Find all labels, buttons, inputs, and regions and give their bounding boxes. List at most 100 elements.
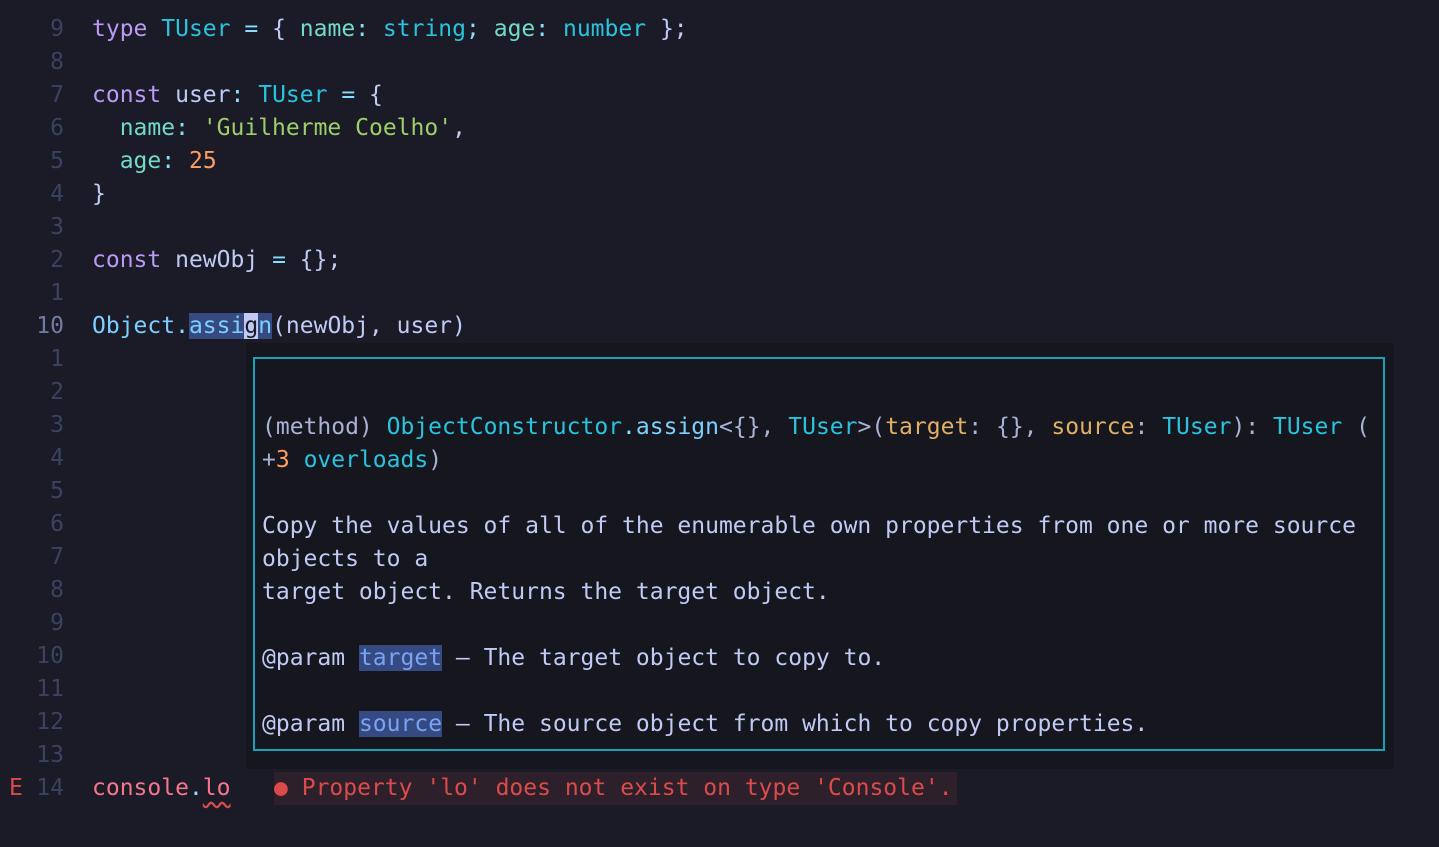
text-cursor: g [244, 313, 259, 339]
code-token: type [92, 16, 148, 42]
param-name: target [358, 645, 443, 671]
code-line[interactable]: type TUser = { name: string; age: number… [92, 13, 688, 46]
line-number: 6 [50, 115, 64, 141]
line-number: 10 [36, 643, 64, 669]
code-token: ; [466, 16, 480, 42]
diagnostic-message: Property 'lo' does not exist on type 'Co… [301, 775, 953, 801]
hover-signature-line: +3 overloads) [262, 444, 442, 477]
hover-signature-line: (method) ObjectConstructor.assign<{}, TU… [262, 411, 1370, 444]
line-number: 8 [50, 577, 64, 603]
line-number: 9 [50, 16, 64, 42]
code-token: number [562, 16, 647, 42]
hover-param-target: @param target — The target object to cop… [262, 642, 885, 675]
hover-description: target object. Returns the target object… [262, 579, 830, 605]
code-token: const [92, 82, 162, 108]
line-number: 11 [36, 676, 64, 702]
sig-token: >( [857, 414, 886, 440]
code-token: newObj [175, 247, 259, 273]
line-number: 1 [50, 280, 64, 306]
code-token: console [92, 775, 189, 801]
sig-token: (method) [262, 414, 373, 440]
code-token: name [119, 115, 176, 141]
sig-token: TUser [1272, 414, 1343, 440]
selected-word: assign [188, 313, 273, 339]
code-token: user [175, 82, 231, 108]
sig-token: + [262, 447, 276, 473]
error-token: lo [202, 775, 231, 801]
code-token: age [493, 16, 536, 42]
line-number: 5 [50, 478, 64, 504]
hover-description: Copy the values of all of the enumerable… [262, 513, 1356, 539]
param-name: source [358, 711, 443, 737]
line-number: 6 [50, 511, 64, 537]
line-number: 3 [50, 412, 64, 438]
line-number: 7 [50, 544, 64, 570]
sig-token: ( [1342, 414, 1370, 440]
code-token: } [92, 181, 106, 207]
sig-token: assign [635, 414, 719, 440]
code-token: assi [188, 313, 245, 339]
code-token: 25 [188, 148, 217, 174]
param-tag: @param [262, 645, 346, 671]
hover-description: objects to a [262, 546, 429, 572]
sig-token: ) [428, 447, 443, 473]
code-token: {}; [299, 247, 342, 273]
line-number: 13 [36, 742, 64, 768]
code-token: = [272, 247, 286, 273]
code-token: (newObj, user) [272, 313, 466, 339]
code-token: : [230, 82, 245, 108]
code-token: : [175, 115, 189, 141]
code-token: { [272, 16, 286, 42]
code-line[interactable]: console.lo [92, 772, 231, 805]
sig-token: : {}, [968, 414, 1052, 440]
code-token: , [452, 115, 466, 141]
sig-token: : [1134, 414, 1163, 440]
line-number: 8 [50, 49, 64, 75]
line-number: 5 [50, 148, 64, 174]
current-line-number: 10 [36, 313, 64, 339]
line-number: 4 [50, 445, 64, 471]
sig-token: ObjectConstructor [386, 414, 623, 440]
line-number: 7 [50, 82, 64, 108]
code-token: = [244, 16, 259, 42]
sig-token: ): [1231, 414, 1273, 440]
code-token: 'Guilherme Coelho' [202, 115, 453, 141]
error-sign[interactable]: E [9, 772, 23, 805]
code-token: age [119, 148, 162, 174]
code-token: { [369, 82, 383, 108]
param-text: — The target object to copy to. [442, 645, 886, 671]
current-code-line[interactable]: Object.assign(newObj, user) [92, 310, 466, 343]
sig-token: TUser [1162, 414, 1232, 440]
code-line[interactable]: } [92, 178, 106, 211]
code-token: const [92, 247, 162, 273]
line-number: 2 [50, 379, 64, 405]
code-token: : [355, 16, 370, 42]
code-token: = [341, 82, 356, 108]
code-line[interactable]: const user: TUser = { [92, 79, 383, 112]
line-number: 9 [50, 610, 64, 636]
code-line[interactable]: name: 'Guilherme Coelho', [92, 112, 466, 145]
line-number: 3 [50, 214, 64, 240]
sig-token: source [1051, 414, 1135, 440]
code-token: TUser [258, 82, 328, 108]
line-number: 12 [36, 709, 64, 735]
code-line[interactable]: const newObj = {}; [92, 244, 341, 277]
sig-token: <{}, [719, 414, 789, 440]
code-token: }; [659, 16, 688, 42]
code-token: Object [92, 313, 176, 339]
hover-documentation-popup[interactable]: (method) ObjectConstructor.assign<{}, TU… [253, 357, 1385, 751]
sig-token: TUser [788, 414, 858, 440]
line-number: 4 [50, 181, 64, 207]
code-token: string [382, 16, 466, 42]
line-number: 1 [50, 346, 64, 372]
param-tag: @param [262, 711, 346, 737]
inline-diagnostic[interactable]: ● Property 'lo' does not exist on type '… [274, 772, 957, 805]
code-token: : [161, 148, 176, 174]
sig-token: overloads [289, 447, 429, 473]
code-line[interactable]: age: 25 [92, 145, 217, 178]
sig-token: target [885, 414, 969, 440]
code-token: name [299, 16, 356, 42]
code-token: . [188, 775, 203, 801]
code-token: . [175, 313, 189, 339]
line-number: 2 [50, 247, 64, 273]
